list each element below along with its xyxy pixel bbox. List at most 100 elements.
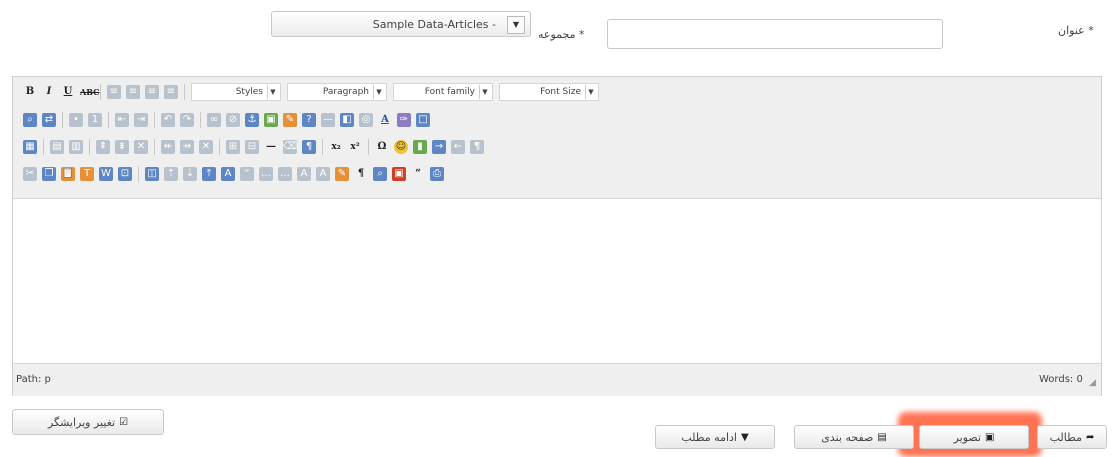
ltr-icon[interactable]: → [432, 140, 446, 154]
toolbar-separator [154, 139, 155, 155]
abbr-icon[interactable]: … [259, 167, 273, 181]
page-icon: ▤ [877, 431, 887, 443]
cite-icon[interactable]: “ [240, 167, 254, 181]
attributes-icon[interactable]: ✎ [335, 167, 349, 181]
align-justify-icon[interactable]: ≡ [164, 85, 178, 99]
remove-format-icon[interactable]: ⌫ [283, 140, 297, 154]
category-select[interactable]: Sample Data-Articles - ▼ [271, 11, 531, 37]
styles-dropdown[interactable]: Styles ▼ [191, 83, 281, 101]
toolbar-separator [200, 112, 201, 128]
font-family-dropdown-label: Font family [424, 87, 475, 97]
indent-icon[interactable]: ⇥ [134, 113, 148, 127]
align-left-icon[interactable]: ≡ [107, 85, 121, 99]
special-char-icon[interactable]: Ω [375, 140, 389, 154]
find-icon[interactable]: ⌕ [23, 113, 37, 127]
delete-icon[interactable]: A [297, 167, 311, 181]
insert-icon[interactable]: A [316, 167, 330, 181]
image-button[interactable]: ▣ تصویر [919, 425, 1029, 449]
font-size-dropdown[interactable]: Font Size ▼ [499, 83, 599, 101]
chevron-down-icon: ▼ [267, 85, 278, 99]
toolbar-separator [89, 139, 90, 155]
template-icon[interactable]: ▣ [392, 167, 406, 181]
move-backward-icon[interactable]: ⇣ [183, 167, 197, 181]
insert-row-before-icon[interactable]: ⇞ [96, 140, 110, 154]
insert-layer-icon[interactable]: ◫ [145, 167, 159, 181]
replace-icon[interactable]: ⇄ [42, 113, 56, 127]
image-icon: ▣ [984, 431, 995, 443]
horizontal-rule-icon[interactable]: — [321, 113, 335, 127]
subscript-icon[interactable]: x₂ [329, 140, 343, 154]
align-center-icon[interactable]: ≡ [126, 85, 140, 99]
checkbox-icon: ☑ [119, 416, 129, 428]
italic-icon[interactable]: I [42, 85, 56, 99]
cell-properties-icon[interactable]: ▥ [69, 140, 83, 154]
copy-icon[interactable]: ❐ [42, 167, 56, 181]
insert-column-before-icon[interactable]: ⇷ [161, 140, 175, 154]
paste-icon[interactable]: 📋 [61, 167, 75, 181]
resize-handle-icon[interactable]: ◢ [1089, 378, 1096, 388]
paragraph-dropdown[interactable]: Paragraph ▼ [287, 83, 387, 101]
pagebreak-button[interactable]: ▤ صفحه بندی [794, 425, 914, 449]
title-input[interactable] [607, 19, 943, 49]
split-cells-icon[interactable]: ⊞ [226, 140, 240, 154]
paste-text-icon[interactable]: T [80, 167, 94, 181]
emoticon-icon[interactable]: ☺ [394, 140, 408, 154]
toggle-editor-button[interactable]: ☑ تغییر ویرایشگر [12, 409, 164, 435]
row-properties-icon[interactable]: ▤ [50, 140, 64, 154]
anchor-icon[interactable]: ⚓ [245, 113, 259, 127]
toolbar-separator [138, 166, 139, 182]
word-count: Words: 0 [1039, 374, 1083, 385]
cleanup-icon[interactable]: ✎ [283, 113, 297, 127]
chevron-down-icon[interactable]: ▼ [507, 16, 525, 34]
font-family-dropdown[interactable]: Font family ▼ [393, 83, 493, 101]
image-icon[interactable]: ▣ [264, 113, 278, 127]
delete-column-icon[interactable]: ✕ [199, 140, 213, 154]
nonbreaking-icon[interactable]: ¶ [470, 140, 484, 154]
article-button[interactable]: ➦ مطالب [1037, 425, 1107, 449]
editor-content-area[interactable] [13, 199, 1101, 363]
toolbar-separator [322, 139, 323, 155]
fullscreen-icon[interactable]: □ [416, 113, 430, 127]
delete-row-icon[interactable]: ✕ [134, 140, 148, 154]
align-right-icon[interactable]: ≡ [145, 85, 159, 99]
paragraph-mark-icon[interactable]: ¶ [354, 167, 368, 181]
select-all-icon[interactable]: ⊡ [118, 167, 132, 181]
preview-icon[interactable]: ⌕ [373, 167, 387, 181]
style-icon[interactable]: A [221, 167, 235, 181]
arrow-icon: ➦ [1086, 431, 1095, 443]
visual-chars-icon[interactable]: ¶ [302, 140, 316, 154]
horizontal-line-icon[interactable]: — [264, 140, 278, 154]
outdent-icon[interactable]: ⇤ [115, 113, 129, 127]
chevron-down-icon: ▼ [740, 431, 749, 443]
merge-cells-icon[interactable]: ⊟ [245, 140, 259, 154]
paste-word-icon[interactable]: W [99, 167, 113, 181]
strikethrough-icon[interactable]: ABC [80, 85, 99, 99]
blockquote-icon[interactable]: “ [411, 167, 425, 181]
visual-aid-icon[interactable]: ◎ [359, 113, 373, 127]
bullet-list-icon[interactable]: • [69, 113, 83, 127]
rtl-icon[interactable]: ← [451, 140, 465, 154]
bold-icon[interactable]: B [23, 85, 37, 99]
superscript-icon[interactable]: x² [348, 140, 362, 154]
unlink-icon[interactable]: ⊘ [226, 113, 240, 127]
numbered-list-icon[interactable]: 1 [88, 113, 102, 127]
redo-icon[interactable]: ↷ [180, 113, 194, 127]
text-color-icon[interactable]: A [378, 113, 392, 127]
insert-row-after-icon[interactable]: ⇟ [115, 140, 129, 154]
insert-table-icon[interactable]: ▦ [23, 140, 37, 154]
print-icon[interactable]: ⎙ [430, 167, 444, 181]
media-icon[interactable]: ▮ [413, 140, 427, 154]
html-source-icon[interactable]: ◧ [340, 113, 354, 127]
readmore-button[interactable]: ▼ ادامه مطلب [655, 425, 775, 449]
link-icon[interactable]: ∞ [207, 113, 221, 127]
underline-icon[interactable]: U [61, 85, 75, 99]
undo-icon[interactable]: ↶ [161, 113, 175, 127]
absolute-icon[interactable]: ⤒ [202, 167, 216, 181]
insert-column-after-icon[interactable]: ⇸ [180, 140, 194, 154]
background-color-icon[interactable]: ✑ [397, 113, 411, 127]
move-forward-icon[interactable]: ⇡ [164, 167, 178, 181]
cut-icon[interactable]: ✂ [23, 167, 37, 181]
acronym-icon[interactable]: … [278, 167, 292, 181]
help-icon[interactable]: ? [302, 113, 316, 127]
toggle-editor-label: تغییر ویرایشگر [47, 415, 116, 429]
